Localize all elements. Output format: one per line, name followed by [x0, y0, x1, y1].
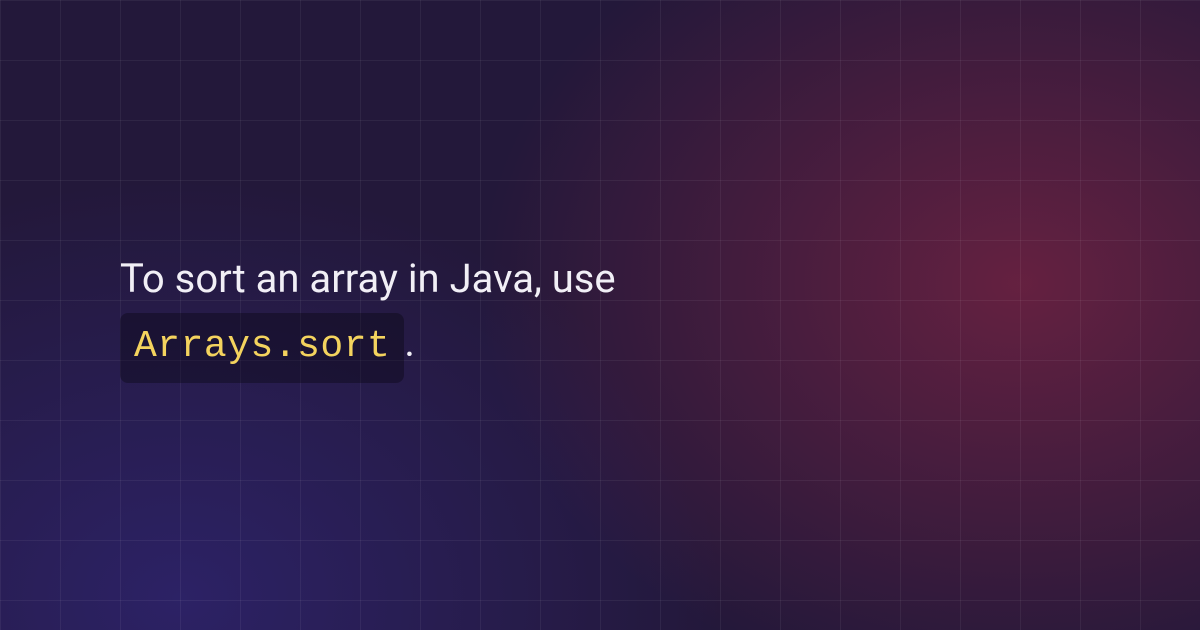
sentence: To sort an array in Java, use [120, 247, 1080, 311]
content-block: To sort an array in Java, use Arrays.sor… [0, 0, 1200, 630]
sentence-text-after: . [404, 319, 415, 366]
sentence-text-before: To sort an array in Java, use [120, 255, 616, 302]
sentence-line-2: Arrays.sort. [120, 311, 1080, 384]
code-snippet: Arrays.sort [120, 313, 404, 384]
